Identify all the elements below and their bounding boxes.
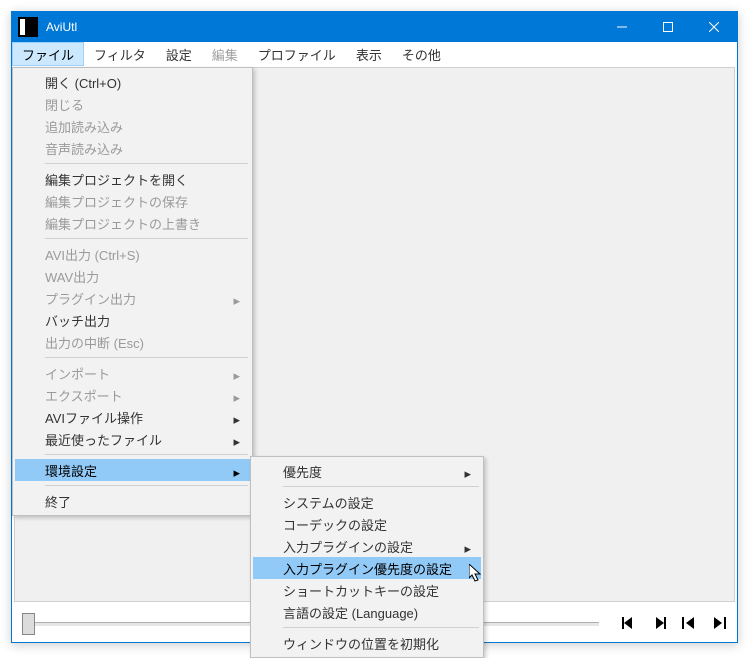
chevron-right-icon: ▸ xyxy=(233,465,240,481)
env-menu-system[interactable]: システムの設定 xyxy=(253,491,481,513)
file-menu-close[interactable]: 閉じる xyxy=(15,93,250,115)
file-menu-recent[interactable]: 最近使ったファイル▸ xyxy=(15,428,250,450)
next-frame-button[interactable] xyxy=(647,611,671,635)
app-icon xyxy=(18,17,38,37)
file-menu-plugin-out[interactable]: プラグイン出力▸ xyxy=(15,287,250,309)
minimize-button[interactable] xyxy=(599,12,645,42)
file-menu-avi-file-ops[interactable]: AVIファイル操作▸ xyxy=(15,406,250,428)
file-menu-open[interactable]: 開く (Ctrl+O) xyxy=(15,71,250,93)
chevron-right-icon: ▸ xyxy=(233,390,240,406)
menu-separator xyxy=(45,485,248,486)
chevron-right-icon: ▸ xyxy=(464,541,471,557)
env-menu-language[interactable]: 言語の設定 (Language) xyxy=(253,601,481,623)
env-menu-priority[interactable]: 優先度▸ xyxy=(253,460,481,482)
menu-separator xyxy=(283,627,479,628)
titlebar: AviUtl xyxy=(12,12,737,42)
jump-start-icon xyxy=(682,616,696,630)
menu-filter[interactable]: フィルタ xyxy=(84,42,156,66)
menu-view[interactable]: 表示 xyxy=(346,42,392,66)
chevron-right-icon: ▸ xyxy=(233,434,240,450)
prev-frame-button[interactable] xyxy=(617,611,641,635)
file-menu-batch-out[interactable]: バッチ出力 xyxy=(15,309,250,331)
menu-settings[interactable]: 設定 xyxy=(156,42,202,66)
env-submenu: 優先度▸ システムの設定 コーデックの設定 入力プラグインの設定▸ 入力プラグイ… xyxy=(250,456,484,658)
menu-file[interactable]: ファイル xyxy=(12,42,84,66)
menu-separator xyxy=(45,454,248,455)
jump-end-button[interactable] xyxy=(707,611,731,635)
minimize-icon xyxy=(617,22,627,32)
env-menu-codec[interactable]: コーデックの設定 xyxy=(253,513,481,535)
file-menu-save-project[interactable]: 編集プロジェクトの保存 xyxy=(15,190,250,212)
menu-other[interactable]: その他 xyxy=(392,42,451,66)
env-menu-input-plugin-priority[interactable]: 入力プラグイン優先度の設定 xyxy=(253,557,481,579)
env-menu-reset-window-pos[interactable]: ウィンドウの位置を初期化 xyxy=(253,632,481,654)
menubar: ファイル フィルタ 設定 編集 プロファイル 表示 その他 xyxy=(12,42,737,66)
chevron-right-icon: ▸ xyxy=(233,293,240,309)
chevron-right-icon: ▸ xyxy=(233,412,240,428)
jump-start-button[interactable] xyxy=(677,611,701,635)
file-menu-export[interactable]: エクスポート▸ xyxy=(15,384,250,406)
close-button[interactable] xyxy=(691,12,737,42)
menu-separator xyxy=(283,486,479,487)
file-menu-open-project[interactable]: 編集プロジェクトを開く xyxy=(15,168,250,190)
menu-edit[interactable]: 編集 xyxy=(202,42,248,66)
file-menu-audio-load[interactable]: 音声読み込み xyxy=(15,137,250,159)
chevron-right-icon: ▸ xyxy=(464,466,471,482)
file-menu-append-load[interactable]: 追加読み込み xyxy=(15,115,250,137)
file-menu-import[interactable]: インポート▸ xyxy=(15,362,250,384)
menu-profile[interactable]: プロファイル xyxy=(248,42,346,66)
file-menu-wav-out[interactable]: WAV出力 xyxy=(15,265,250,287)
chevron-right-icon: ▸ xyxy=(233,368,240,384)
file-menu: 開く (Ctrl+O) 閉じる 追加読み込み 音声読み込み 編集プロジェクトを開… xyxy=(12,67,253,516)
jump-end-icon xyxy=(712,616,726,630)
app-window: AviUtl ファイル フィルタ 設定 編集 プロファイル 表示 その他 xyxy=(11,11,738,643)
window-title: AviUtl xyxy=(44,20,599,34)
next-frame-icon xyxy=(652,616,666,630)
slider-thumb[interactable] xyxy=(22,613,35,635)
prev-frame-icon xyxy=(622,616,636,630)
file-menu-overwrite-project[interactable]: 編集プロジェクトの上書き xyxy=(15,212,250,234)
file-menu-exit[interactable]: 終了 xyxy=(15,490,250,512)
file-menu-env[interactable]: 環境設定▸ xyxy=(15,459,250,481)
file-menu-abort-out[interactable]: 出力の中断 (Esc) xyxy=(15,331,250,353)
close-icon xyxy=(709,22,719,32)
env-menu-input-plugin[interactable]: 入力プラグインの設定▸ xyxy=(253,535,481,557)
menu-separator xyxy=(45,163,248,164)
file-menu-avi-out[interactable]: AVI出力 (Ctrl+S) xyxy=(15,243,250,265)
maximize-icon xyxy=(663,22,673,32)
menu-separator xyxy=(45,238,248,239)
maximize-button[interactable] xyxy=(645,12,691,42)
nav-buttons xyxy=(617,611,731,635)
menu-separator xyxy=(45,357,248,358)
env-menu-shortcut[interactable]: ショートカットキーの設定 xyxy=(253,579,481,601)
